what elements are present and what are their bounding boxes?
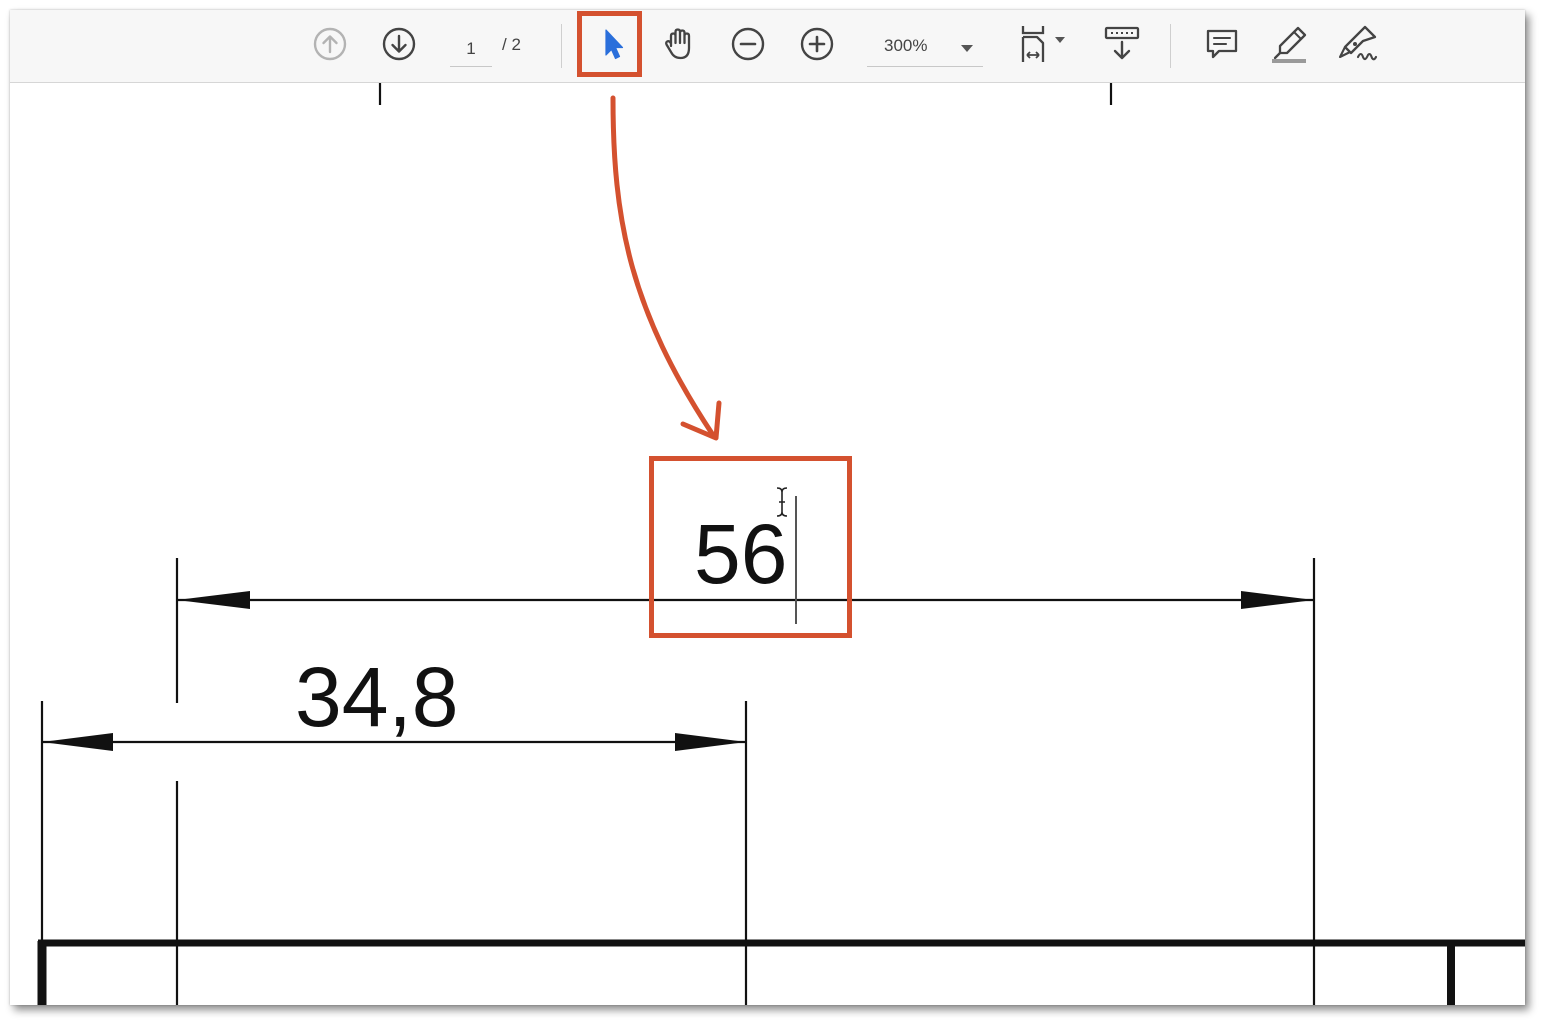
page-total: / 2 — [502, 35, 521, 54]
scroll-mode-button[interactable] — [1100, 24, 1144, 64]
scroll-mode-icon — [1104, 26, 1140, 60]
zoom-value: 300% — [884, 36, 928, 55]
select-tool-highlight — [577, 11, 642, 77]
hand-tool-button[interactable] — [660, 24, 700, 64]
toolbar-divider — [561, 24, 562, 68]
minus-circle-icon — [731, 27, 765, 61]
toolbar: / 2 300% — [10, 10, 1525, 83]
comment-icon — [1206, 29, 1238, 59]
toolbar-divider — [1170, 24, 1171, 68]
page-number-input[interactable] — [450, 32, 492, 67]
plus-circle-icon — [800, 27, 834, 61]
page-fit-button[interactable] — [1013, 24, 1073, 64]
dimension-label-bottom[interactable]: 34,8 — [295, 655, 459, 739]
caret-down-icon — [961, 45, 973, 52]
highlight-button[interactable] — [1270, 24, 1310, 64]
hand-icon — [665, 28, 691, 60]
sign-button[interactable] — [1338, 24, 1378, 64]
document-page: 56 34,8 — [10, 83, 1525, 1005]
pen-sign-icon — [1338, 25, 1378, 61]
highlighter-icon — [1272, 26, 1307, 63]
pdf-viewer-window: / 2 300% — [10, 10, 1525, 1005]
next-page-button[interactable] — [379, 24, 419, 64]
zoom-select[interactable]: 300% — [867, 32, 983, 67]
zoom-in-button[interactable] — [797, 24, 837, 64]
arrow-down-circle-icon — [382, 27, 416, 61]
dimension-highlight-box — [649, 456, 852, 638]
previous-page-button[interactable] — [310, 24, 350, 64]
comment-button[interactable] — [1202, 24, 1242, 64]
fit-page-icon — [1021, 26, 1065, 62]
zoom-out-button[interactable] — [728, 24, 768, 64]
arrow-up-circle-icon — [313, 27, 347, 61]
